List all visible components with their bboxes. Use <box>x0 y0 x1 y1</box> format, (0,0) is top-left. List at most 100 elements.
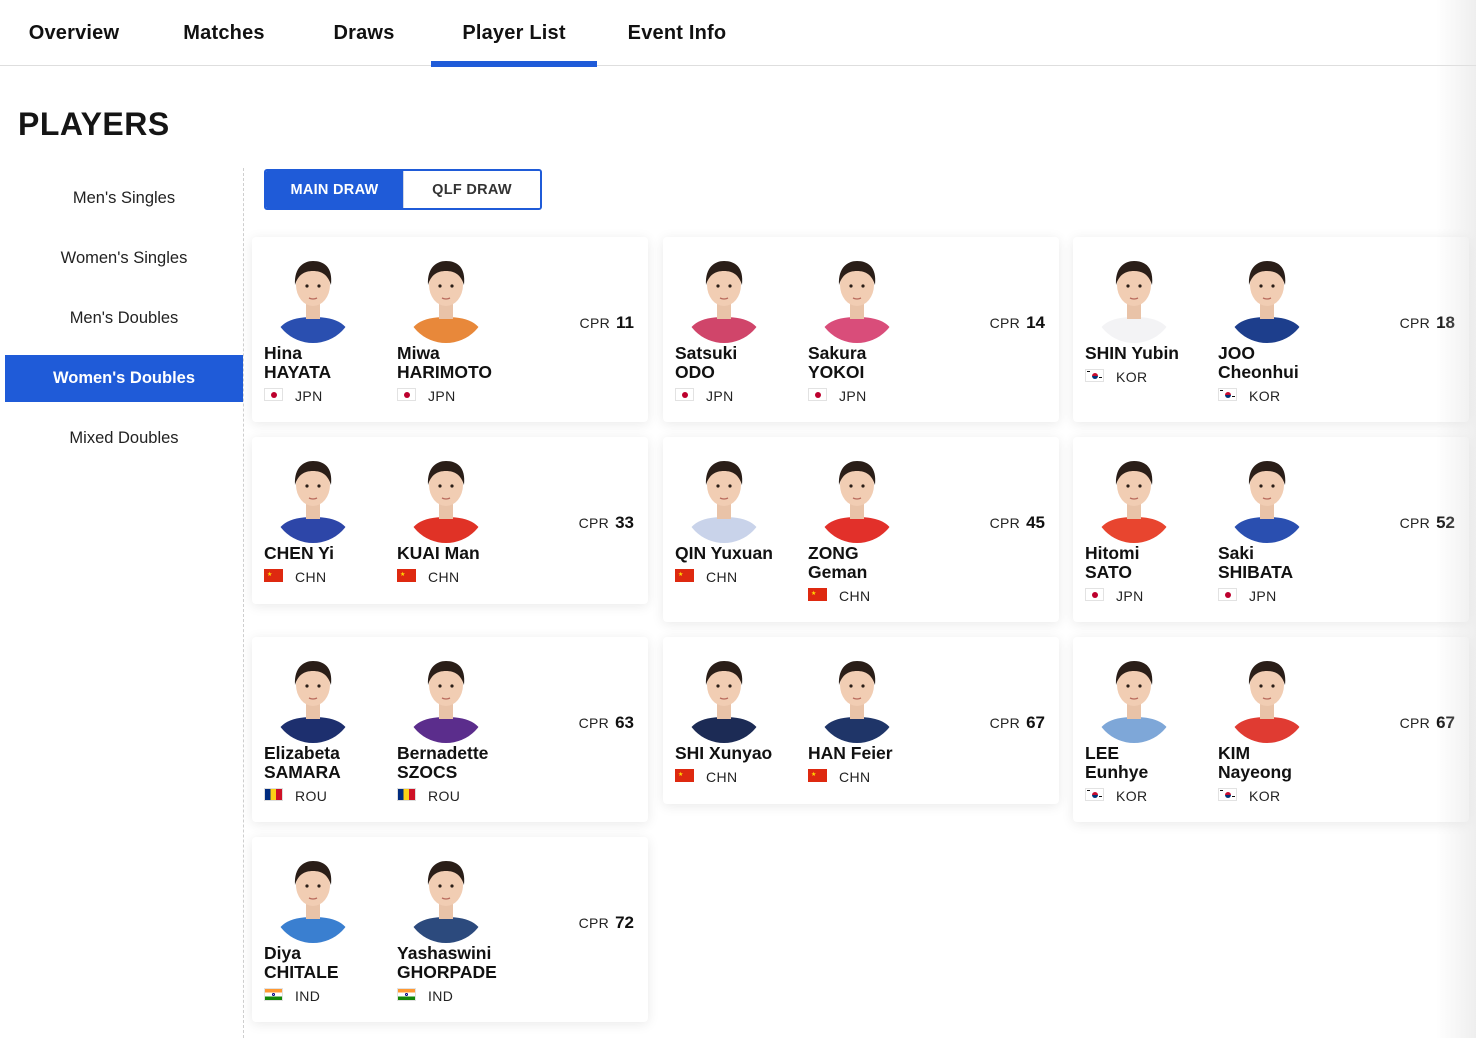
country-flag-icon <box>264 988 295 1004</box>
player-country: JPN <box>1218 588 1277 604</box>
player-country: ROU <box>264 788 327 804</box>
tab-event-info[interactable]: Event Info <box>612 0 742 66</box>
player-entry[interactable]: CHEN Yi ★ CHN <box>264 455 394 615</box>
player-photo <box>816 455 898 543</box>
cpr-rank: CPR 33 <box>579 513 634 533</box>
sidebar-item-womens-singles[interactable]: Women's Singles <box>5 235 243 282</box>
player-country: ROU <box>397 788 460 804</box>
player-list-page: Overview Matches Draws Player List Event… <box>0 0 1476 1038</box>
sidebar-item-mens-doubles[interactable]: Men's Doubles <box>5 295 243 342</box>
player-entry[interactable]: Sakura YOKOI JPN <box>808 255 938 415</box>
country-flag-icon <box>1218 588 1249 604</box>
player-entry[interactable]: ZONG Geman ★ CHN <box>808 455 938 615</box>
country-flag-icon <box>264 788 295 804</box>
cpr-label: CPR <box>989 515 1021 531</box>
cpr-rank: CPR 11 <box>580 313 634 333</box>
player-entry[interactable]: Saki SHIBATA JPN <box>1218 455 1348 615</box>
tab-overview[interactable]: Overview <box>18 0 130 66</box>
player-entry[interactable]: Elizabeta SAMARA ROU <box>264 655 394 815</box>
cpr-value: 67 <box>1436 713 1455 732</box>
cpr-rank: CPR 45 <box>990 513 1045 533</box>
country-flag-icon <box>675 388 706 404</box>
player-entry[interactable]: Hitomi SATO JPN <box>1085 455 1215 615</box>
pair-card[interactable]: CHEN Yi ★ CHN KUAI Man ★ CHN CPR 33 <box>252 437 648 604</box>
pair-card[interactable]: Hitomi SATO JPN Saki SHIBATA JPN CPR 52 <box>1073 437 1469 622</box>
country-code: ROU <box>295 788 328 804</box>
player-entry[interactable]: KUAI Man ★ CHN <box>397 455 527 615</box>
cpr-rank: CPR 63 <box>579 713 634 733</box>
cpr-rank: CPR 72 <box>579 913 634 933</box>
player-entry[interactable]: Miwa HARIMOTO JPN <box>397 255 527 415</box>
sidebar-item-mens-singles[interactable]: Men's Singles <box>5 175 243 222</box>
pair-card[interactable]: SHI Xunyao ★ CHN HAN Feier ★ CHN CPR 67 <box>663 637 1059 804</box>
player-name: QIN Yuxuan <box>675 543 773 563</box>
player-entry[interactable]: Diya CHITALE IND <box>264 855 394 1015</box>
player-country: ★ CHN <box>675 569 738 585</box>
country-flag-icon <box>397 388 428 404</box>
country-flag-icon <box>1218 388 1249 404</box>
pair-card[interactable]: QIN Yuxuan ★ CHN ZONG Geman ★ CHN CPR 45 <box>663 437 1059 622</box>
country-code: KOR <box>1116 369 1148 385</box>
country-flag-icon <box>1218 788 1249 804</box>
cpr-value: 63 <box>615 713 634 732</box>
country-flag-icon: ★ <box>675 769 706 785</box>
country-code: IND <box>428 988 454 1004</box>
player-name: Bernadette SZOCS <box>397 743 489 782</box>
pair-card[interactable]: Elizabeta SAMARA ROU Bernadette SZOCS ROU CP… <box>252 637 648 822</box>
country-flag-icon: ★ <box>264 569 295 585</box>
player-country: ★ CHN <box>808 588 871 604</box>
player-name: Saki SHIBATA <box>1218 543 1294 582</box>
player-country: KOR <box>1218 788 1281 804</box>
country-code: JPN <box>1249 588 1277 604</box>
pair-card[interactable]: Diya CHITALE IND Yashaswini GHORPADE IND CPR… <box>252 837 648 1022</box>
pair-card[interactable]: SHIN Yubin KOR JOO Cheonhui KOR CPR 18 <box>1073 237 1469 422</box>
country-flag-icon <box>264 388 295 404</box>
player-country: JPN <box>264 388 323 404</box>
qlf-draw-button[interactable]: QLF DRAW <box>403 171 540 208</box>
player-photo <box>1226 255 1308 343</box>
player-entry[interactable]: JOO Cheonhui KOR <box>1218 255 1348 415</box>
country-flag-icon <box>397 788 428 804</box>
cpr-rank: CPR 67 <box>1400 713 1455 733</box>
player-photo <box>1093 455 1175 543</box>
player-entry[interactable]: Yashaswini GHORPADE IND <box>397 855 527 1015</box>
player-photo <box>272 455 354 543</box>
player-entry[interactable]: LEE Eunhye KOR <box>1085 655 1215 815</box>
tab-draws[interactable]: Draws <box>318 0 410 66</box>
player-entry[interactable]: HAN Feier ★ CHN <box>808 655 938 815</box>
player-entry[interactable]: SHI Xunyao ★ CHN <box>675 655 805 815</box>
player-name: Hitomi SATO <box>1085 543 1140 582</box>
tab-player-list[interactable]: Player List <box>431 0 597 67</box>
player-country: ★ CHN <box>675 769 738 785</box>
player-country: ★ CHN <box>397 569 460 585</box>
sidebar-item-mixed-doubles[interactable]: Mixed Doubles <box>5 415 243 462</box>
player-name: ZONG Geman <box>808 543 868 582</box>
tab-matches[interactable]: Matches <box>168 0 280 66</box>
player-photo <box>683 255 765 343</box>
main-draw-button[interactable]: MAIN DRAW <box>266 171 403 208</box>
player-photo <box>683 455 765 543</box>
player-entry[interactable]: QIN Yuxuan ★ CHN <box>675 455 805 615</box>
cpr-value: 18 <box>1436 313 1455 332</box>
country-flag-icon <box>1085 369 1116 385</box>
pair-card[interactable]: Satsuki ODO JPN Sakura YOKOI JPN CPR 14 <box>663 237 1059 422</box>
player-name: Satsuki ODO <box>675 343 738 382</box>
pair-card[interactable]: Hina HAYATA JPN Miwa HARIMOTO JPN CPR 11 <box>252 237 648 422</box>
player-photo <box>272 655 354 743</box>
cpr-value: 11 <box>616 313 634 332</box>
player-name: CHEN Yi <box>264 543 335 563</box>
sidebar-item-womens-doubles[interactable]: Women's Doubles <box>5 355 243 402</box>
country-flag-icon: ★ <box>808 588 839 604</box>
country-flag-icon: ★ <box>675 569 706 585</box>
player-photo <box>1093 655 1175 743</box>
player-entry[interactable]: Hina HAYATA JPN <box>264 255 394 415</box>
country-flag-icon <box>808 388 839 404</box>
player-entry[interactable]: Bernadette SZOCS ROU <box>397 655 527 815</box>
player-entry[interactable]: SHIN Yubin KOR <box>1085 255 1215 415</box>
player-entry[interactable]: KIM Nayeong KOR <box>1218 655 1348 815</box>
pair-card[interactable]: LEE Eunhye KOR KIM Nayeong KOR CPR 67 <box>1073 637 1469 822</box>
country-code: CHN <box>839 769 871 785</box>
cpr-label: CPR <box>578 915 610 931</box>
country-code: CHN <box>295 569 327 585</box>
player-entry[interactable]: Satsuki ODO JPN <box>675 255 805 415</box>
